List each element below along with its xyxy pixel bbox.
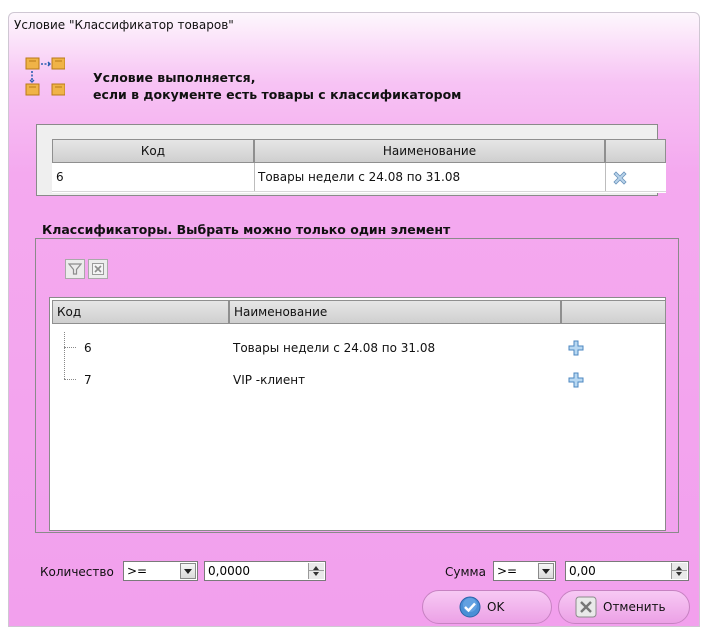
tree-row-name: VIP -клиент [233, 373, 306, 387]
clear-filter-button[interactable] [88, 259, 108, 279]
chevron-down-icon[interactable] [538, 563, 554, 579]
cancel-icon [575, 596, 597, 618]
condition-line-2: если в документе есть товары с классифик… [93, 87, 462, 102]
add-icon[interactable] [567, 339, 585, 357]
clear-filter-icon [92, 263, 104, 275]
classifiers-grid: Код Наименование 6 Товары недели с 24.08… [52, 300, 666, 400]
sum-operator-value: >= [497, 564, 518, 578]
sum-value: 0,00 [569, 564, 596, 578]
check-icon [459, 596, 481, 618]
classifier-condition-icon [25, 57, 65, 96]
tree-column-header-name-label: Наименование [234, 305, 328, 319]
tree-column-header-name[interactable]: Наименование [229, 300, 561, 324]
tree-column-header-code[interactable]: Код [52, 300, 229, 324]
column-header-name-label: Наименование [382, 144, 477, 158]
dialog-title: Условие "Классификатор товаров" [14, 18, 234, 32]
ok-button[interactable]: OK [422, 590, 552, 624]
sum-spin-buttons[interactable] [671, 563, 687, 579]
tree-row-code: 7 [84, 373, 92, 387]
quantity-label: Количество [40, 565, 114, 579]
selected-classifiers-grid: Код Наименование 6 Товары недели с 24.08… [52, 139, 666, 193]
ok-button-label: OK [487, 600, 505, 614]
column-header-code-label: Код [140, 144, 166, 158]
quantity-spin-buttons[interactable] [308, 563, 324, 579]
sum-label: Сумма [445, 565, 486, 579]
classifiers-section-label: Классификаторы. Выбрать можно только оди… [42, 222, 451, 237]
column-header-name[interactable]: Наименование [254, 139, 605, 163]
sum-operator-select[interactable]: >= [493, 561, 556, 581]
quantity-value: 0,0000 [208, 564, 250, 578]
row-code: 6 [56, 170, 64, 184]
condition-description: Условие выполняется, если в документе ес… [93, 69, 461, 103]
tree-row-name: Товары недели с 24.08 по 31.08 [233, 341, 436, 355]
remove-icon[interactable] [611, 169, 629, 187]
chevron-down-icon[interactable] [180, 563, 196, 579]
column-header-code[interactable]: Код [52, 139, 254, 163]
column-header-action [605, 139, 666, 163]
row-name: Товары недели с 24.08 по 31.08 [258, 170, 461, 184]
cancel-button-label: Отменить [603, 600, 666, 614]
condition-line-1: Условие выполняется, [93, 70, 256, 85]
sum-stepper[interactable]: 0,00 [565, 561, 689, 581]
quantity-operator-select[interactable]: >= [123, 561, 198, 581]
add-icon[interactable] [567, 371, 585, 389]
tree-column-header-action [561, 300, 666, 324]
quantity-operator-value: >= [127, 564, 148, 578]
filter-button[interactable] [65, 259, 85, 279]
quantity-stepper[interactable]: 0,0000 [204, 561, 326, 581]
tree-row-code: 6 [84, 341, 92, 355]
filter-icon [68, 263, 82, 275]
tree-column-header-code-label: Код [57, 305, 82, 319]
cancel-button[interactable]: Отменить [558, 590, 690, 624]
